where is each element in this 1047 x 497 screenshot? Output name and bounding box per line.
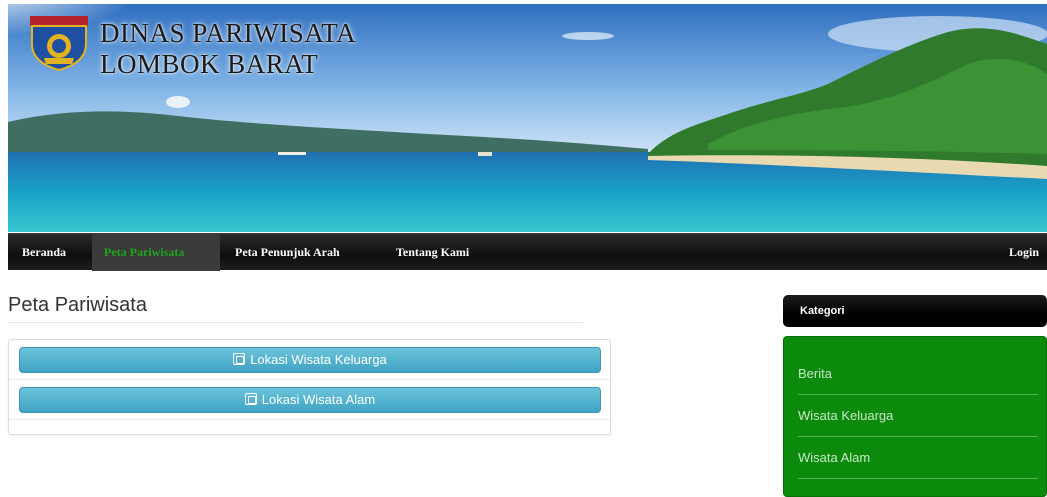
site-title-line2: LOMBOK BARAT	[100, 49, 319, 79]
button-label: Lokasi Wisata Alam	[261, 392, 376, 407]
header-banner: DINAS PARIWISATA LOMBOK BARAT	[8, 4, 1047, 232]
sidebar-item-wisata-alam[interactable]: Wisata Alam	[798, 437, 1038, 479]
nav-item-tentang-kami[interactable]: Tentang Kami	[384, 234, 481, 271]
page-title: Peta Pariwisata	[8, 294, 147, 316]
site-title-line1: DINAS PARIWISATA	[100, 18, 357, 48]
sidebar-item-berita[interactable]: Berita	[798, 353, 1038, 395]
map-links-panel: Lokasi Wisata Keluarga Lokasi Wisata Ala…	[8, 339, 611, 435]
sidebar-category-list: Berita Wisata Keluarga Wisata Alam	[783, 336, 1047, 497]
site-title: DINAS PARIWISATA LOMBOK BARAT	[100, 14, 356, 80]
nav-item-beranda[interactable]: Beranda	[10, 234, 78, 271]
list-icon	[233, 353, 246, 365]
sidebar-item-wisata-keluarga[interactable]: Wisata Keluarga	[798, 395, 1038, 437]
lokasi-wisata-alam-button[interactable]: Lokasi Wisata Alam	[19, 387, 601, 413]
main-navbar: Beranda Peta Pariwisata Peta Penunjuk Ar…	[8, 233, 1047, 271]
list-item: Lokasi Wisata Alam	[9, 380, 610, 420]
site-brand[interactable]: DINAS PARIWISATA LOMBOK BARAT	[28, 14, 356, 80]
regency-emblem-icon	[28, 14, 90, 72]
button-label: Lokasi Wisata Keluarga	[250, 352, 387, 367]
list-icon	[244, 393, 257, 405]
list-item: Lokasi Wisata Keluarga	[9, 340, 610, 380]
sidebar-header-kategori: Kategori	[783, 295, 1047, 327]
lokasi-wisata-keluarga-button[interactable]: Lokasi Wisata Keluarga	[19, 347, 601, 373]
nav-login-link[interactable]: Login	[1009, 234, 1039, 271]
title-divider	[8, 322, 583, 323]
nav-item-peta-penunjuk-arah[interactable]: Peta Penunjuk Arah	[223, 234, 352, 271]
nav-item-peta-pariwisata[interactable]: Peta Pariwisata	[92, 234, 220, 271]
